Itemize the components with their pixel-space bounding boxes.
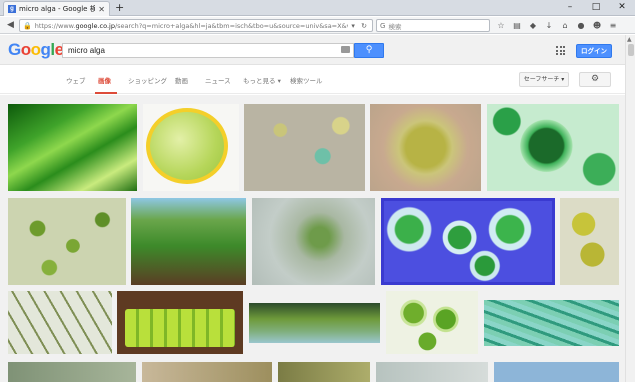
star-icon[interactable]: ☆ xyxy=(496,19,506,32)
pocket-icon[interactable]: ◆ xyxy=(528,19,538,32)
signin-button[interactable]: ログイン xyxy=(576,44,612,58)
search-icon: G xyxy=(380,21,386,30)
image-thumbnail[interactable] xyxy=(8,104,137,191)
image-thumbnail[interactable] xyxy=(487,104,619,191)
address-bar[interactable]: 🔒 https://www.google.co.jp/search?q=micr… xyxy=(19,19,373,32)
menu-icon[interactable]: ≡ xyxy=(608,19,618,32)
scroll-thumb[interactable] xyxy=(628,44,634,56)
emoji-icon[interactable]: ☻ xyxy=(592,19,602,32)
image-thumbnail[interactable] xyxy=(8,291,112,354)
image-thumbnail[interactable] xyxy=(252,198,375,285)
image-thumbnail[interactable] xyxy=(244,104,365,191)
apps-icon[interactable] xyxy=(556,46,565,55)
home-icon[interactable]: ⌂ xyxy=(560,19,570,32)
image-thumbnail[interactable] xyxy=(381,198,555,285)
image-thumbnail[interactable] xyxy=(484,300,619,346)
chat-icon[interactable]: ● xyxy=(576,19,586,32)
close-window-icon[interactable]: ✕ xyxy=(609,0,635,16)
browser-toolbar: ☆ ▤ ◆ ↓ ⌂ ● ☻ ≡ xyxy=(496,19,618,32)
close-tab-icon[interactable]: ✕ xyxy=(98,5,105,14)
image-thumbnail[interactable] xyxy=(560,198,619,285)
active-tab-underline xyxy=(95,92,117,94)
scroll-up-icon[interactable]: ▲ xyxy=(627,36,632,43)
clipboard-icon[interactable]: ▤ xyxy=(512,19,522,32)
browser-search-placeholder: 検索 xyxy=(388,22,402,31)
image-thumbnail[interactable] xyxy=(494,362,619,382)
tab-images[interactable]: 画像 xyxy=(98,75,111,85)
google-header: Google micro alga ⚲ ログイン xyxy=(0,35,635,65)
tab-videos[interactable]: 動画 xyxy=(175,75,188,85)
globe-icon: 🔒 xyxy=(23,21,32,30)
search-button[interactable]: ⚲ xyxy=(354,43,384,58)
image-thumbnail[interactable] xyxy=(249,303,380,343)
image-thumbnail[interactable] xyxy=(143,104,239,191)
browser-tab[interactable]: g micro alga - Google 検索 ✕ xyxy=(3,1,110,16)
image-results-grid xyxy=(0,95,625,382)
image-thumbnail[interactable] xyxy=(370,104,481,191)
back-icon[interactable]: ◀ xyxy=(4,19,17,32)
tab-news[interactable]: ニュース xyxy=(205,75,231,85)
maximize-icon[interactable]: □ xyxy=(583,0,609,16)
tab-search-tools[interactable]: 検索ツール xyxy=(290,75,323,85)
browser-search-box[interactable]: G 検索 xyxy=(376,19,490,32)
search-tabs: ウェブ 画像 ショッピング 動画 ニュース もっと見る ▾ 検索ツール セーフサ… xyxy=(0,66,625,94)
camera-icon[interactable] xyxy=(341,46,350,53)
gear-icon[interactable]: ⚙ xyxy=(579,72,611,87)
tab-shopping[interactable]: ショッピング xyxy=(128,75,167,85)
navigation-bar: ◀ 🔒 https://www.google.co.jp/search?q=mi… xyxy=(0,17,635,34)
tab-title: micro alga - Google 検索 xyxy=(19,5,96,13)
image-thumbnail[interactable] xyxy=(376,362,488,382)
tab-more[interactable]: もっと見る ▾ xyxy=(243,75,281,85)
search-input[interactable]: micro alga xyxy=(62,43,354,58)
tab-web[interactable]: ウェブ xyxy=(66,75,86,85)
image-thumbnail[interactable] xyxy=(142,362,272,382)
reload-icon[interactable]: ▾ ↻ xyxy=(351,22,369,30)
image-thumbnail[interactable] xyxy=(8,362,136,382)
safe-search-button[interactable]: セーフサーチ ▾ xyxy=(519,72,569,87)
google-favicon-icon: g xyxy=(8,5,16,13)
url-text: https://www.google.co.jp/search?q=micro+… xyxy=(34,21,349,30)
page-scrollbar[interactable]: ▲ xyxy=(625,35,635,382)
new-tab-button[interactable]: + xyxy=(115,1,124,14)
search-query: micro alga xyxy=(68,46,105,55)
download-icon[interactable]: ↓ xyxy=(544,19,554,32)
minimize-icon[interactable]: – xyxy=(557,0,583,16)
image-thumbnail[interactable] xyxy=(386,291,478,354)
image-thumbnail[interactable] xyxy=(8,198,126,285)
google-logo[interactable]: Google xyxy=(8,40,64,60)
browser-tab-strip: g micro alga - Google 検索 ✕ + – □ ✕ xyxy=(0,0,635,16)
image-thumbnail[interactable] xyxy=(278,362,370,382)
image-thumbnail[interactable] xyxy=(131,198,246,285)
image-thumbnail[interactable] xyxy=(117,291,243,354)
search-icon: ⚲ xyxy=(365,45,373,55)
